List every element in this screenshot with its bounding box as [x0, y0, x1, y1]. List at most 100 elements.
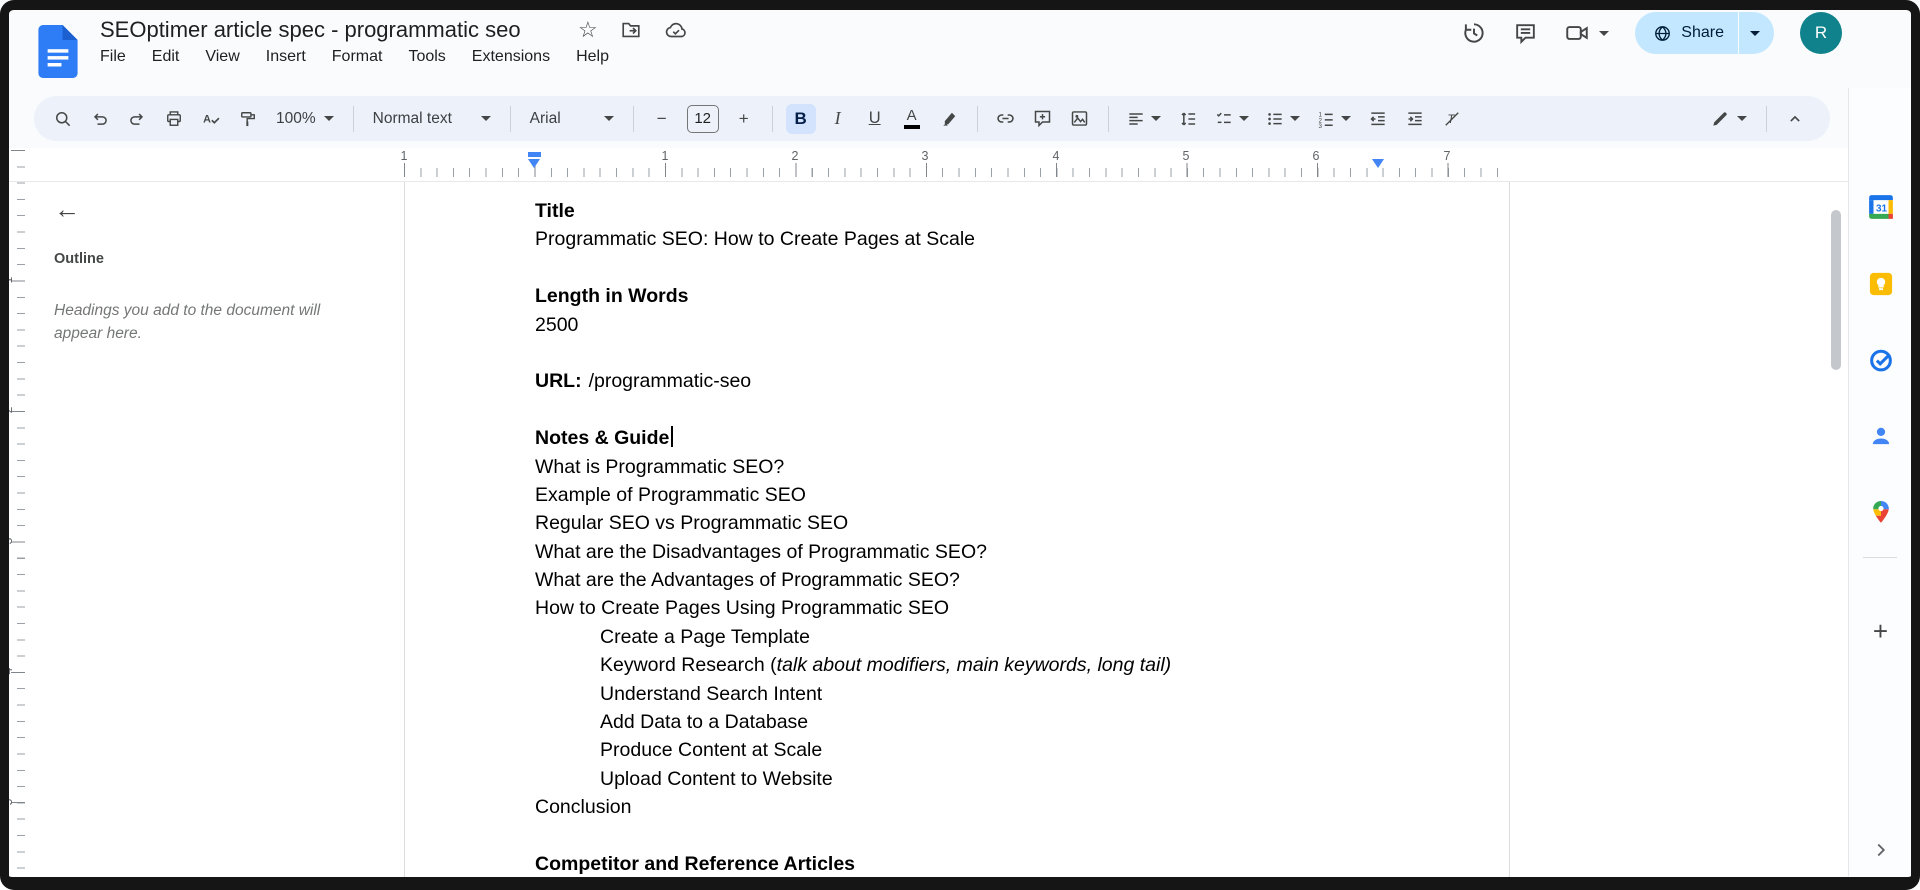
menu-file[interactable]: File	[100, 48, 126, 66]
doc-line[interactable]: Produce Content at Scale	[535, 736, 1395, 764]
tasks-icon[interactable]	[1863, 342, 1899, 378]
doc-line[interactable]: What are the Disadvantages of Programmat…	[535, 538, 1395, 566]
doc-blank-line[interactable]	[535, 339, 1395, 367]
doc-line[interactable]: 2500	[535, 311, 1395, 339]
outline-title: Outline	[54, 251, 104, 267]
doc-line[interactable]: Add Data to a Database	[535, 708, 1395, 736]
doc-blank-line[interactable]	[535, 822, 1395, 850]
doc-line[interactable]: What is Programmatic SEO?	[535, 453, 1395, 481]
underline-button[interactable]: U	[860, 104, 890, 134]
menu-tools[interactable]: Tools	[408, 48, 445, 66]
add-comment-icon[interactable]	[1028, 104, 1058, 134]
get-add-ons-button[interactable]: +	[1863, 613, 1899, 649]
ruler-number: 1	[397, 149, 411, 163]
doc-line[interactable]: Upload Content to Website	[535, 765, 1395, 793]
right-indent-marker[interactable]	[1372, 159, 1384, 168]
doc-url-line[interactable]: URL:/programmatic-seo	[535, 367, 1395, 395]
doc-blank-line[interactable]	[535, 396, 1395, 424]
increase-indent-icon[interactable]	[1400, 104, 1430, 134]
doc-line[interactable]: What are the Advantages of Programmatic …	[535, 566, 1395, 594]
doc-line[interactable]: Example of Programmatic SEO	[535, 481, 1395, 509]
share-caret-icon[interactable]	[1739, 31, 1774, 36]
vruler-number: 4	[1, 664, 15, 678]
toolbar-divider	[977, 106, 978, 132]
close-outline-icon[interactable]: ←	[54, 196, 80, 222]
checklist-caret-icon	[1239, 116, 1249, 121]
paint-format-icon[interactable]	[233, 104, 263, 134]
keep-icon[interactable]	[1863, 266, 1899, 302]
doc-keyword-line[interactable]: Keyword Research (talk about modifiers, …	[535, 651, 1395, 679]
join-call-caret-icon[interactable]	[1599, 31, 1609, 36]
document-status-cloud-icon[interactable]	[664, 18, 688, 42]
highlight-color-icon[interactable]	[934, 104, 964, 134]
document-title[interactable]: SEOptimer article spec - programmatic se…	[100, 17, 521, 43]
bulleted-list-select[interactable]	[1261, 104, 1305, 134]
menu-help[interactable]: Help	[576, 48, 609, 66]
star-icon[interactable]: ☆	[578, 19, 598, 41]
print-icon[interactable]	[159, 104, 189, 134]
menu-extensions[interactable]: Extensions	[472, 48, 550, 66]
doc-line[interactable]: Regular SEO vs Programmatic SEO	[535, 509, 1395, 537]
move-folder-icon[interactable]	[620, 19, 642, 41]
hide-side-panel-icon[interactable]	[1863, 832, 1899, 868]
text-color-button[interactable]: A	[897, 104, 927, 134]
insert-image-icon[interactable]	[1065, 104, 1095, 134]
doc-line[interactable]: Create a Page Template	[535, 623, 1395, 651]
decrease-font-size-button[interactable]: −	[647, 104, 677, 134]
paragraph-style-select[interactable]: Normal text	[367, 104, 497, 134]
font-select[interactable]: Arial	[524, 104, 620, 134]
version-history-icon[interactable]	[1461, 20, 1487, 46]
docs-logo-icon[interactable]	[38, 25, 78, 78]
line-spacing-icon[interactable]	[1173, 104, 1203, 134]
doc-heading[interactable]: Title	[535, 197, 1395, 225]
menu-insert[interactable]: Insert	[266, 48, 306, 66]
side-panel: 31	[1848, 88, 1912, 876]
vertical-scrollbar[interactable]	[1831, 210, 1841, 370]
bold-button[interactable]: B	[786, 104, 816, 134]
insert-link-icon[interactable]	[991, 104, 1021, 134]
doc-line[interactable]: Conclusion	[535, 793, 1395, 821]
increase-font-size-button[interactable]: +	[729, 104, 759, 134]
spell-check-icon[interactable]: A	[196, 104, 226, 134]
search-menus-icon[interactable]	[48, 104, 78, 134]
doc-heading[interactable]: Length in Words	[535, 282, 1395, 310]
menu-format[interactable]: Format	[332, 48, 383, 66]
menu-view[interactable]: View	[205, 48, 239, 66]
share-button[interactable]: Share	[1635, 12, 1774, 54]
doc-line[interactable]: Understand Search Intent	[535, 680, 1395, 708]
decrease-indent-icon[interactable]	[1363, 104, 1393, 134]
redo-icon[interactable]	[122, 104, 152, 134]
bulleted-list-caret-icon	[1290, 116, 1300, 121]
calendar-icon[interactable]: 31	[1863, 189, 1899, 225]
doc-line[interactable]: Programmatic SEO: How to Create Pages at…	[535, 225, 1395, 253]
clear-formatting-icon[interactable]: T	[1437, 104, 1467, 134]
hide-menus-icon[interactable]	[1780, 104, 1810, 134]
document-editor[interactable]: Title Programmatic SEO: How to Create Pa…	[535, 197, 1395, 878]
checklist-select[interactable]	[1210, 104, 1254, 134]
doc-line[interactable]: How to Create Pages Using Programmatic S…	[535, 594, 1395, 622]
numbered-list-caret-icon	[1341, 116, 1351, 121]
doc-heading[interactable]: Competitor and Reference Articles	[535, 850, 1395, 878]
italic-button[interactable]: I	[823, 104, 853, 134]
comment-history-icon[interactable]	[1513, 21, 1538, 46]
font-size-input[interactable]: 12	[687, 105, 719, 133]
undo-icon[interactable]	[85, 104, 115, 134]
vruler-number: 1	[1, 273, 15, 287]
first-line-indent-marker[interactable]	[528, 152, 541, 157]
doc-heading[interactable]: Notes & Guide	[535, 424, 1395, 452]
share-label: Share	[1681, 24, 1724, 42]
maps-icon[interactable]	[1863, 494, 1899, 530]
left-indent-marker[interactable]	[528, 159, 540, 168]
editing-mode-select[interactable]	[1703, 104, 1753, 134]
align-caret-icon	[1151, 116, 1161, 121]
join-call-button[interactable]	[1564, 20, 1609, 46]
contacts-icon[interactable]	[1863, 418, 1899, 454]
numbered-list-select[interactable]: 1 2 3	[1312, 104, 1356, 134]
font-value: Arial	[530, 110, 561, 128]
menu-edit[interactable]: Edit	[152, 48, 180, 66]
style-caret-icon	[481, 116, 491, 121]
doc-blank-line[interactable]	[535, 254, 1395, 282]
zoom-select[interactable]: 100%	[270, 104, 340, 134]
avatar[interactable]: R	[1800, 12, 1842, 54]
align-select[interactable]	[1122, 104, 1166, 134]
